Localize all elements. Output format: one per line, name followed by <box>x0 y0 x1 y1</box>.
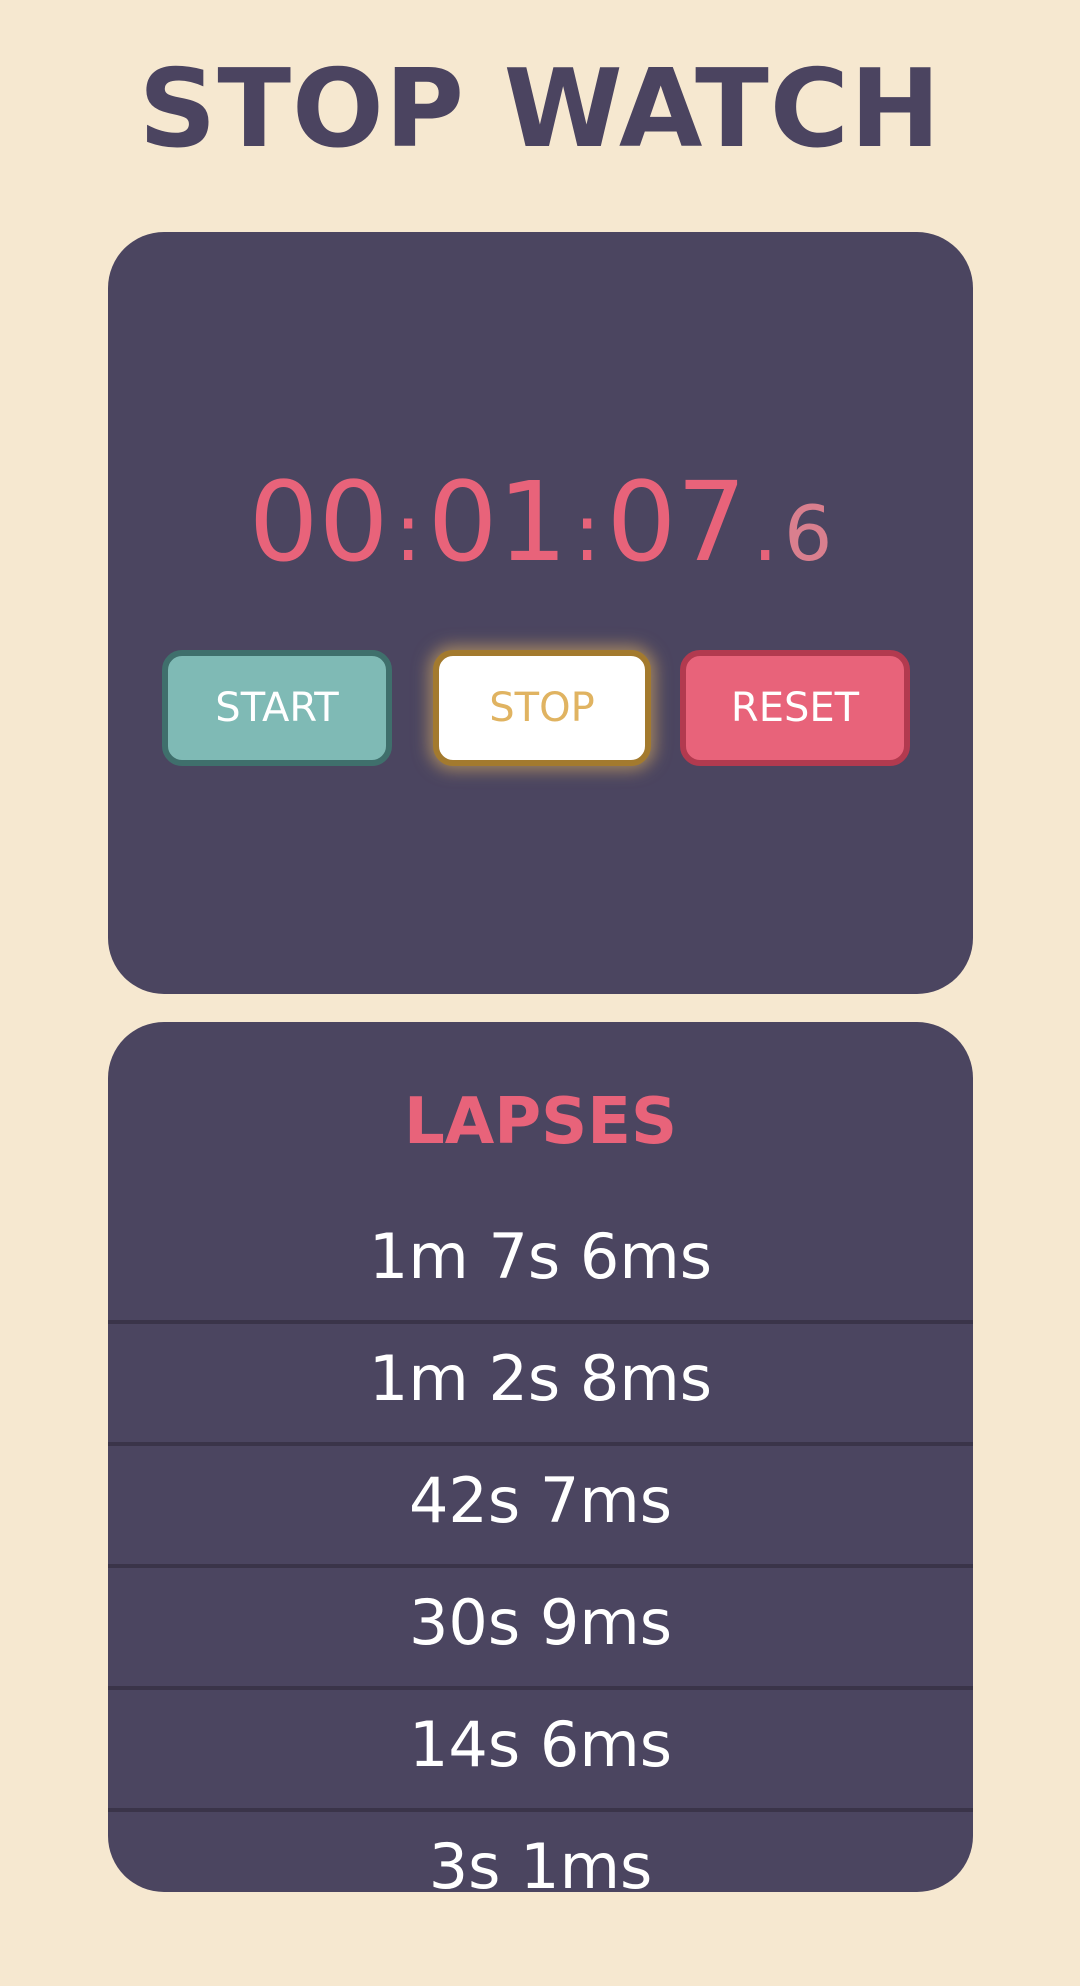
seconds-value: 07 <box>606 458 747 586</box>
lap-item: 30s 9ms <box>108 1568 973 1690</box>
lap-item: 42s 7ms <box>108 1446 973 1568</box>
lap-item: 1m 2s 8ms <box>108 1324 973 1446</box>
time-display: 00:01:07.6 <box>108 457 973 599</box>
tenths-value: 6 <box>783 489 833 578</box>
time-separator: : <box>573 486 601 579</box>
lap-item: 14s 6ms <box>108 1690 973 1812</box>
time-separator: : <box>394 486 422 579</box>
app-title: STOP WATCH <box>138 47 942 172</box>
lap-item: 1m 7s 6ms <box>108 1202 973 1324</box>
start-button[interactable]: START <box>162 650 392 766</box>
timer-card: 00:01:07.6 START STOP RESET <box>108 232 973 994</box>
laps-card: LAPSES 1m 7s 6ms 1m 2s 8ms 42s 7ms 30s 9… <box>108 1022 973 1892</box>
hours-value: 00 <box>248 458 389 586</box>
lap-item: 3s 1ms <box>108 1812 973 1892</box>
time-separator: . <box>752 486 778 579</box>
laps-list[interactable]: 1m 7s 6ms 1m 2s 8ms 42s 7ms 30s 9ms 14s … <box>108 1202 973 1892</box>
minutes-value: 01 <box>427 458 568 586</box>
laps-title: LAPSES <box>403 1085 678 1159</box>
stop-button[interactable]: STOP <box>433 650 651 766</box>
reset-button[interactable]: RESET <box>680 650 910 766</box>
